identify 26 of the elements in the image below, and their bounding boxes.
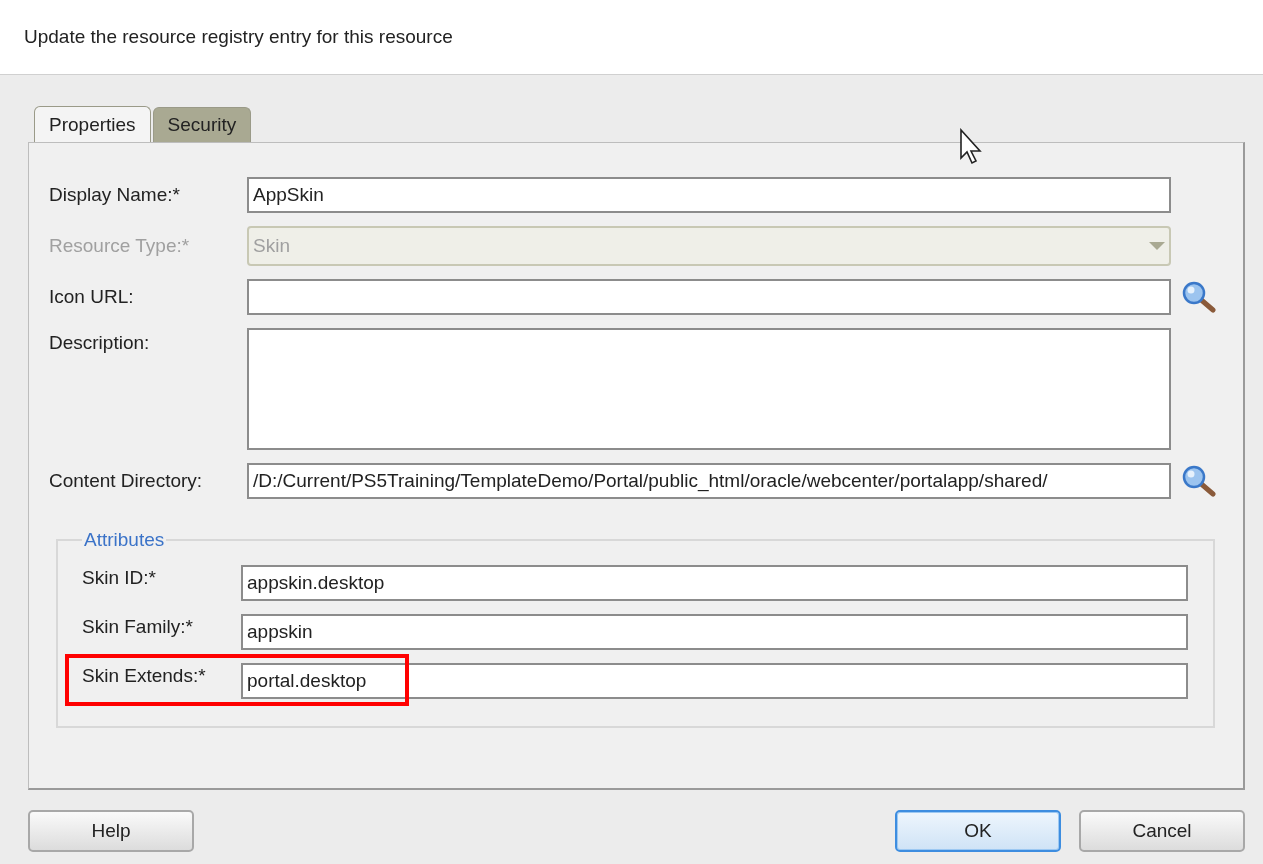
text-field[interactable] [247,279,1171,315]
dialog-button[interactable]: Cancel [1079,810,1245,852]
description-field[interactable] [247,328,1171,450]
text-field[interactable]: appskin.desktop [241,565,1188,601]
field-label: Skin Extends:* [82,664,207,687]
field-label: Icon URL: [49,286,135,308]
field-label: Skin ID:* [82,566,157,589]
field-label: Content Directory: [49,470,204,492]
group-title: Attributes [83,529,166,551]
dialog-button[interactable]: Help [28,810,194,852]
text-field[interactable]: appskin [241,614,1188,650]
text-field[interactable]: AppSkin [247,177,1171,213]
field-label: Skin Family:* [82,615,194,638]
field-label: Display Name:* [49,184,181,206]
tab[interactable]: Security [152,107,252,142]
header-text: Update the resource registry entry for this resource [24,26,453,48]
field-label: Description: [49,331,151,354]
dialog-button[interactable]: OK [895,810,1061,852]
mouse-pointer-icon [959,128,985,166]
field-label: Resource Type:* [49,235,191,257]
search-icon[interactable] [1182,465,1216,497]
tab[interactable]: Properties [34,106,151,143]
text-field[interactable]: portal.desktop [241,663,1188,699]
text-field[interactable]: /D:/Current/PS5Training/TemplateDemo/Portal/public_html/oracle/webcenter/portalapp/shared/ [247,463,1171,499]
caret-icon [1149,241,1165,251]
search-icon[interactable] [1182,281,1216,313]
